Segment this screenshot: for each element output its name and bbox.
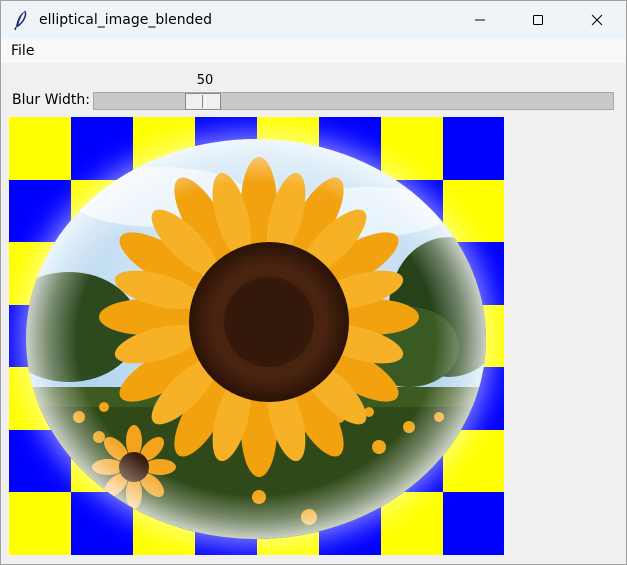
close-icon [591,14,603,26]
blur-width-value: 50 [196,73,214,88]
close-button[interactable] [574,1,620,39]
menu-bar: File [1,39,626,63]
feather-icon [14,10,27,30]
menu-file[interactable]: File [11,43,34,59]
blur-width-label: Blur Width: [12,92,90,108]
minimize-icon [475,19,485,21]
blended-image [9,117,504,555]
app-window: elliptical_image_blended File 50 Blur Wi… [0,0,627,565]
title-bar[interactable]: elliptical_image_blended [1,1,626,39]
window-title: elliptical_image_blended [39,12,212,28]
slider-thumb-groove [202,95,206,108]
blur-width-slider[interactable] [93,92,614,110]
image-canvas[interactable] [9,117,504,555]
maximize-icon [533,15,543,25]
blur-width-slider-thumb[interactable] [185,93,221,110]
blend-edge [26,139,486,539]
maximize-button[interactable] [515,1,561,39]
minimize-button[interactable] [457,1,503,39]
